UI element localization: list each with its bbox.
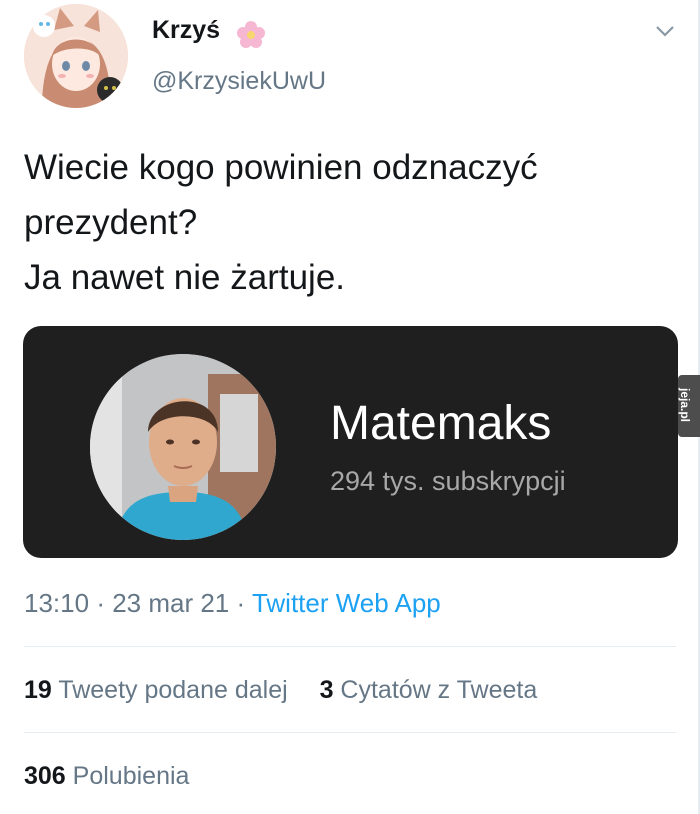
likes-label: Polubienia <box>72 762 190 790</box>
attached-image-card[interactable]: Matemaks 294 tys. subskrypcji <box>23 326 678 558</box>
quotes-stat[interactable]: 3 Cytatów z Tweeta <box>320 676 538 704</box>
subscriber-count: 294 tys. subskrypcji <box>330 466 566 496</box>
quotes-count: 3 <box>319 676 334 704</box>
channel-name: Matemaks <box>330 397 552 450</box>
retweets-count: 19 <box>24 676 52 704</box>
channel-avatar <box>90 354 276 540</box>
likes-count: 306 <box>24 762 66 790</box>
meta-separator: · <box>96 588 113 618</box>
author-handle[interactable]: @KrzysiekUwU <box>152 67 326 96</box>
tweet-line: Wiecie kogo powinien odznaczyć <box>24 148 538 187</box>
tweet-date[interactable]: 23 mar 21 <box>112 588 229 618</box>
anime-cat-avatar-icon <box>24 4 128 108</box>
retweets-stat[interactable]: 19 Tweety podane dalej <box>24 676 288 704</box>
meta-separator: · <box>236 588 252 618</box>
tweet-line: prezydent? <box>24 203 198 242</box>
divider <box>24 646 676 647</box>
author-avatar[interactable] <box>24 4 128 108</box>
retweets-label: Tweety podane dalej <box>58 676 288 704</box>
flower-emoji-icon <box>237 21 265 48</box>
chevron-down-icon[interactable] <box>654 22 676 40</box>
tweet-time[interactable]: 13:10 <box>24 588 89 618</box>
retweet-quote-stats: 19 Tweety podane dalej 3 Cytatów z Tweet… <box>24 676 537 705</box>
tweet-meta: 13:10 · 23 mar 21 · Twitter Web App <box>24 588 441 619</box>
likes-stat[interactable]: 306 Polubienia <box>24 762 189 791</box>
tweet-source-link[interactable]: Twitter Web App <box>252 588 441 618</box>
jeja-watermark: jeja.pl <box>678 375 700 437</box>
watermark-text: jeja.pl <box>678 387 693 423</box>
tweet-line: Ja nawet nie żartuje. <box>24 258 346 297</box>
author-display-name[interactable]: Krzyś <box>152 16 220 45</box>
tweet-text: Wiecie kogo powinien odznaczyć prezydent… <box>24 140 674 305</box>
quotes-label: Cytatów z Tweeta <box>340 676 538 704</box>
divider <box>24 732 676 733</box>
person-photo-icon <box>90 354 276 540</box>
